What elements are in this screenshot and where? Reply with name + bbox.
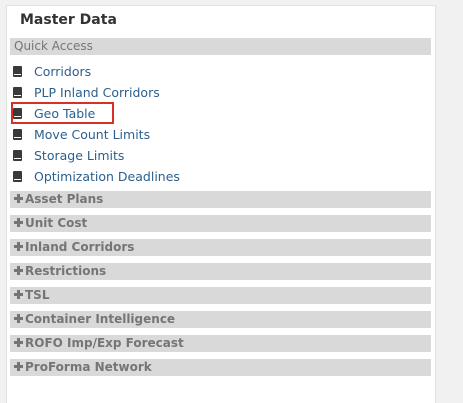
quick-link-label[interactable]: PLP Inland Corridors <box>34 84 160 102</box>
quick-link-plp-inland-corridors[interactable]: PLP Inland Corridors <box>13 84 213 102</box>
quick-link-label[interactable]: Storage Limits <box>34 147 124 165</box>
quick-access-label: Quick Access <box>14 39 93 53</box>
section-label: Container Intelligence <box>25 312 176 326</box>
section-restrictions[interactable]: Restrictions <box>10 263 431 280</box>
section-proforma-network[interactable]: ProForma Network <box>10 359 431 376</box>
quick-link-label[interactable]: Corridors <box>34 63 91 81</box>
section-label: TSL <box>25 288 50 302</box>
section-rofo-imp-exp-forecast[interactable]: ROFO Imp/Exp Forecast <box>10 335 431 352</box>
book-icon <box>13 108 22 119</box>
section-unit-cost[interactable]: Unit Cost <box>10 215 431 232</box>
plus-icon <box>14 266 23 275</box>
plus-icon <box>14 290 23 299</box>
section-asset-plans[interactable]: Asset Plans <box>10 191 431 208</box>
plus-icon <box>14 218 23 227</box>
panel-title: Master Data <box>20 12 117 28</box>
quick-link-storage-limits[interactable]: Storage Limits <box>13 147 213 165</box>
quick-link-label[interactable]: Optimization Deadlines <box>34 168 180 186</box>
book-icon <box>13 129 22 140</box>
section-container-intelligence[interactable]: Container Intelligence <box>10 311 431 328</box>
plus-icon <box>14 338 23 347</box>
section-label: Asset Plans <box>25 192 104 206</box>
book-icon <box>13 87 22 98</box>
section-label: ROFO Imp/Exp Forecast <box>25 336 184 350</box>
quick-link-geo-table[interactable]: Geo Table <box>11 102 213 124</box>
section-label: ProForma Network <box>25 360 152 374</box>
plus-icon <box>14 362 23 371</box>
section-label: Unit Cost <box>25 216 88 230</box>
plus-icon <box>14 194 23 203</box>
quick-access-header[interactable]: Quick Access <box>10 38 431 55</box>
quick-link-label[interactable]: Move Count Limits <box>34 126 150 144</box>
section-label: Restrictions <box>25 264 107 278</box>
plus-icon <box>14 242 23 251</box>
plus-icon <box>14 314 23 323</box>
quick-link-move-count-limits[interactable]: Move Count Limits <box>13 126 213 144</box>
section-label: Inland Corridors <box>25 240 135 254</box>
master-data-panel: Master Data Quick Access Corridors PLP I… <box>6 5 436 403</box>
quick-link-optimization-deadlines[interactable]: Optimization Deadlines <box>13 168 213 186</box>
book-icon <box>13 150 22 161</box>
book-icon <box>13 171 22 182</box>
quick-link-label[interactable]: Geo Table <box>34 105 95 123</box>
quick-link-corridors[interactable]: Corridors <box>13 63 213 81</box>
section-inland-corridors[interactable]: Inland Corridors <box>10 239 431 256</box>
section-tsl[interactable]: TSL <box>10 287 431 304</box>
book-icon <box>13 66 22 77</box>
